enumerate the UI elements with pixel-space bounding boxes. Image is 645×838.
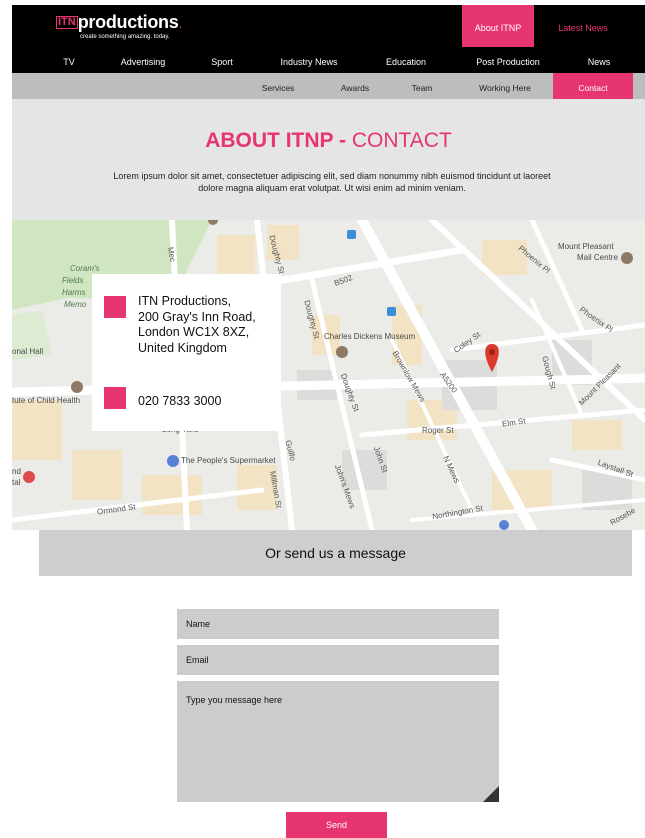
subnav-item-services[interactable]: Services [252, 73, 304, 99]
name-field[interactable] [177, 609, 499, 639]
nav-item-post-production[interactable]: Post Production [464, 47, 552, 73]
contact-address: ITN Productions, 200 Gray's Inn Road, Lo… [138, 294, 256, 356]
map-label-hospital-a: nd [12, 467, 21, 476]
subnav-item-awards[interactable]: Awards [330, 73, 380, 99]
resize-handle-icon[interactable] [483, 786, 499, 802]
address-line: ITN Productions, [138, 294, 232, 308]
address-marker-icon [104, 296, 126, 318]
send-button[interactable]: Send [286, 812, 387, 838]
nav-item-industry-news[interactable]: Industry News [270, 47, 348, 73]
page-title: ABOUT ITNP - CONTACT [12, 129, 645, 153]
top-bar: ITN productions. create something amazing… [12, 5, 645, 47]
map-label-memo: Memo [64, 300, 87, 309]
address-line: 200 Gray's Inn Road, [138, 309, 256, 324]
subnav-item-contact[interactable]: Contact [553, 73, 633, 99]
address-line: London WC1X 8XZ, [138, 325, 250, 339]
location-map[interactable]: Coram's Fields Harms Memo onal Hall tute… [12, 220, 645, 530]
map-label-harms: Harms [62, 288, 86, 297]
logo-tagline: create something amazing. today. [80, 34, 170, 40]
nav-item-news[interactable]: News [578, 47, 620, 73]
intro-text: Lorem ipsum dolor sit amet, consectetuer… [113, 171, 551, 193]
top-link-about-itnp[interactable]: About ITNP [462, 5, 534, 47]
send-message-heading: Or send us a message [39, 530, 632, 576]
intro-section: ABOUT ITNP - CONTACT Lorem ipsum dolor s… [12, 99, 645, 220]
sub-nav: Services Awards Team Working Here Contac… [12, 73, 645, 99]
nav-item-advertising[interactable]: Advertising [112, 47, 174, 73]
map-label-dickens-museum: Charles Dickens Museum [324, 332, 416, 341]
map-label-mount-pleasant-1: Mount Pleasant [558, 242, 614, 251]
map-label-hospital-b: tal [12, 478, 21, 487]
map-label-child-health: tute of Child Health [12, 396, 81, 405]
logo-mark: ITN [56, 16, 78, 29]
nav-item-tv[interactable]: TV [49, 47, 89, 73]
address-line: United Kingdom [138, 340, 227, 355]
logo-dot: . [178, 15, 183, 31]
map-label-fields: Fields [62, 276, 84, 285]
map-label-roger-st: Roger St [422, 426, 454, 435]
map-label-national-hall: onal Hall [12, 347, 44, 356]
message-field[interactable] [177, 681, 499, 802]
email-field[interactable] [177, 645, 499, 675]
page-title-strong: ABOUT ITNP - [205, 129, 352, 152]
nav-item-sport[interactable]: Sport [202, 47, 242, 73]
logo-wordmark: productions [77, 12, 179, 32]
map-label-mount-pleasant-2: Mail Centre [577, 253, 618, 262]
nav-item-education[interactable]: Education [374, 47, 438, 73]
contact-card: ITN Productions, 200 Gray's Inn Road, Lo… [92, 274, 281, 431]
map-label-peoples-supermarket: The People's Supermarket [181, 456, 276, 465]
contact-phone[interactable]: 020 7833 3000 [138, 394, 221, 408]
map-label-corams: Coram's [70, 264, 100, 273]
main-nav: TV Advertising Sport Industry News Educa… [12, 47, 645, 73]
subnav-item-working-here[interactable]: Working Here [467, 73, 543, 99]
page-title-light: CONTACT [351, 129, 452, 152]
phone-marker-icon [104, 387, 126, 409]
itn-productions-logo[interactable]: ITN productions. create something amazing… [56, 12, 183, 40]
top-link-latest-news[interactable]: Latest News [546, 5, 620, 47]
subnav-item-team[interactable]: Team [402, 73, 442, 99]
